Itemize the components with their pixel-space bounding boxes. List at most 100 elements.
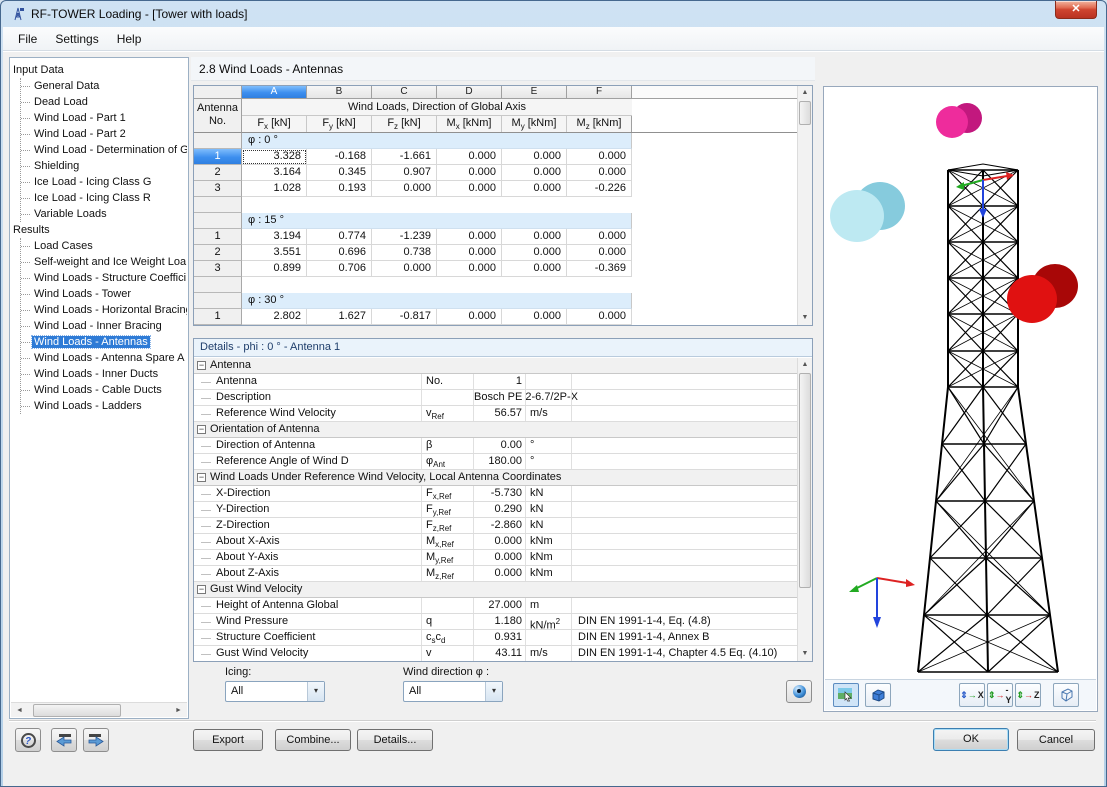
- sidebar-item-load-cases[interactable]: Load Cases: [21, 238, 187, 254]
- close-button[interactable]: ✕: [1055, 1, 1097, 19]
- wind-direction-select[interactable]: All ▾: [403, 681, 503, 702]
- details-group-orientation[interactable]: −Orientation of Antenna: [194, 422, 797, 438]
- combine-button[interactable]: Combine...: [275, 729, 351, 751]
- sidebar-item-wind-load-part-2[interactable]: Wind Load - Part 2: [21, 126, 187, 142]
- details-row[interactable]: About X-AxisMx,Ref0.000kNm: [194, 534, 797, 550]
- details-button[interactable]: Details...: [357, 729, 433, 751]
- table-row[interactable]: 12.8021.627-0.8170.0000.0000.000: [194, 309, 797, 325]
- details-row[interactable]: Reference Wind VelocityvRef56.57m/s: [194, 406, 797, 422]
- menu-help[interactable]: Help: [108, 29, 151, 49]
- details-row[interactable]: About Z-AxisMz,Ref0.000kNm: [194, 566, 797, 582]
- help-button[interactable]: ?: [15, 728, 41, 752]
- show-loads-button[interactable]: [833, 683, 859, 707]
- table-vertical-scrollbar[interactable]: ▲ ▼: [797, 86, 812, 325]
- icing-select[interactable]: All ▾: [225, 681, 325, 702]
- column-letter-b[interactable]: B: [307, 86, 372, 99]
- scroll-up-icon[interactable]: ▲: [798, 86, 812, 100]
- group-row-phi-0[interactable]: φ : 0 °: [194, 133, 797, 149]
- group-row-phi-15[interactable]: φ : 15 °: [194, 213, 797, 229]
- details-row[interactable]: Direction of Antennaβ0.00°: [194, 438, 797, 454]
- column-letter-d[interactable]: D: [437, 86, 502, 99]
- details-row[interactable]: X-DirectionFx,Ref-5.730kN: [194, 486, 797, 502]
- sidebar-item-wind-loads-horizontal-bracing[interactable]: Wind Loads - Horizontal Bracing: [21, 302, 187, 318]
- sidebar-item-ice-load-class-g[interactable]: Ice Load - Icing Class G: [21, 174, 187, 190]
- details-row[interactable]: Z-DirectionFz,Ref-2.860kN: [194, 518, 797, 534]
- previous-table-button[interactable]: [51, 728, 77, 752]
- sidebar-item-wind-loads-ladders[interactable]: Wind Loads - Ladders: [21, 398, 187, 414]
- table-row[interactable]: 31.0280.1930.0000.0000.000-0.226: [194, 181, 797, 197]
- sidebar-item-wind-loads-antenna-spare[interactable]: Wind Loads - Antenna Spare A: [21, 350, 187, 366]
- view-x-button[interactable]: ⇕→X: [959, 683, 985, 707]
- table-row[interactable]: 13.328-0.168-1.6610.0000.0000.000: [194, 149, 797, 165]
- column-letter-a[interactable]: A: [242, 86, 307, 99]
- scrollbar-thumb[interactable]: [799, 373, 811, 588]
- tree-root-results[interactable]: Results: [13, 222, 187, 238]
- next-table-button[interactable]: [83, 728, 109, 752]
- arrow-right-icon: [87, 733, 105, 747]
- icing-label: Icing:: [225, 666, 251, 678]
- column-letter-e[interactable]: E: [502, 86, 567, 99]
- sidebar-item-dead-load[interactable]: Dead Load: [21, 94, 187, 110]
- scrollbar-thumb[interactable]: [33, 704, 121, 717]
- cancel-button[interactable]: Cancel: [1017, 729, 1095, 751]
- sidebar-item-wind-load-part-1[interactable]: Wind Load - Part 1: [21, 110, 187, 126]
- sidebar-item-wind-loads-antennas[interactable]: Wind Loads - Antennas: [21, 334, 187, 350]
- sidebar-item-shielding[interactable]: Shielding: [21, 158, 187, 174]
- menu-file[interactable]: File: [9, 29, 46, 49]
- scroll-down-icon[interactable]: ▼: [798, 647, 812, 661]
- sidebar-horizontal-scrollbar[interactable]: ◄ ►: [11, 702, 187, 717]
- details-row[interactable]: DescriptionBosch PE 2-6.7/2P-X: [194, 390, 797, 406]
- details-row[interactable]: Structure Coefficientcscd0.931DIN EN 199…: [194, 630, 797, 646]
- scrollbar-thumb[interactable]: [799, 101, 811, 125]
- scroll-down-icon[interactable]: ▼: [798, 311, 812, 325]
- view-z-button[interactable]: ⇕→Z: [1015, 683, 1041, 707]
- details-row[interactable]: About Y-AxisMy,Ref0.000kNm: [194, 550, 797, 566]
- ok-button[interactable]: OK: [933, 728, 1009, 751]
- details-group-gust-wind[interactable]: −Gust Wind Velocity: [194, 582, 797, 598]
- details-row[interactable]: Wind Pressureq1.180kN/m2DIN EN 1991-1-4,…: [194, 614, 797, 630]
- sidebar-item-wind-loads-inner-ducts[interactable]: Wind Loads - Inner Ducts: [21, 366, 187, 382]
- sidebar-item-wind-load-inner-bracing[interactable]: Wind Load - Inner Bracing: [21, 318, 187, 334]
- table-row[interactable]: 30.8990.7060.0000.0000.000-0.369: [194, 261, 797, 277]
- details-group-antenna[interactable]: −Antenna: [194, 358, 797, 374]
- sidebar-item-self-weight-ice[interactable]: Self-weight and Ice Weight Loa: [21, 254, 187, 270]
- view-minus-y-button[interactable]: ⇕→-Y: [987, 683, 1013, 707]
- details-title: Details - phi : 0 ° - Antenna 1: [194, 339, 812, 357]
- tower-3d-view[interactable]: [825, 88, 1096, 679]
- column-letter-c[interactable]: C: [372, 86, 437, 99]
- sidebar-item-wind-loads-cable-ducts[interactable]: Wind Loads - Cable Ducts: [21, 382, 187, 398]
- details-group-wind-loads[interactable]: −Wind Loads Under Reference Wind Velocit…: [194, 470, 797, 486]
- show-graphic-button[interactable]: [786, 680, 812, 703]
- group-row-phi-30[interactable]: φ : 30 °: [194, 293, 797, 309]
- table-row[interactable]: 13.1940.774-1.2390.0000.0000.000: [194, 229, 797, 245]
- sidebar-item-wind-loads-tower[interactable]: Wind Loads - Tower: [21, 286, 187, 302]
- table-row[interactable]: 23.1640.3450.9070.0000.0000.000: [194, 165, 797, 181]
- details-vertical-scrollbar[interactable]: ▲ ▼: [797, 358, 812, 661]
- export-button[interactable]: Export: [193, 729, 263, 751]
- isometric-view-button[interactable]: [1053, 683, 1079, 707]
- details-row[interactable]: Y-DirectionFy,Ref0.290kN: [194, 502, 797, 518]
- col-header-fy: Fy [kN]: [307, 116, 372, 132]
- title-bar[interactable]: RF-TOWER Loading - [Tower with loads] ✕: [1, 1, 1106, 27]
- navigation-tree[interactable]: Input Data General Data Dead Load Wind L…: [13, 62, 187, 701]
- scroll-left-icon[interactable]: ◄: [12, 704, 27, 717]
- sidebar-item-variable-loads[interactable]: Variable Loads: [21, 206, 187, 222]
- details-row[interactable]: Height of Antenna Global27.000m: [194, 598, 797, 614]
- details-row[interactable]: Gust Wind Velocityv43.11m/sDIN EN 1991-1…: [194, 646, 797, 661]
- scroll-up-icon[interactable]: ▲: [798, 358, 812, 372]
- table-row[interactable]: 23.5510.6960.7380.0000.0000.000: [194, 245, 797, 261]
- tree-root-input-data[interactable]: Input Data: [13, 62, 187, 78]
- col-header-mx: Mx [kNm]: [437, 116, 502, 132]
- details-row[interactable]: AntennaNo.1: [194, 374, 797, 390]
- group-header: Wind Loads, Direction of Global Axis: [242, 99, 632, 116]
- solid-model-button[interactable]: [865, 683, 891, 707]
- details-panel: Details - phi : 0 ° - Antenna 1 −Antenna…: [193, 338, 813, 662]
- sidebar-item-wind-load-determination[interactable]: Wind Load - Determination of G: [21, 142, 187, 158]
- menu-settings[interactable]: Settings: [46, 29, 107, 49]
- details-row[interactable]: Reference Angle of Wind DφAnt180.00°: [194, 454, 797, 470]
- sidebar-item-ice-load-class-r[interactable]: Ice Load - Icing Class R: [21, 190, 187, 206]
- scroll-right-icon[interactable]: ►: [171, 704, 186, 717]
- column-letter-f[interactable]: F: [567, 86, 632, 99]
- sidebar-item-wind-loads-structure-coeff[interactable]: Wind Loads - Structure Coeffici: [21, 270, 187, 286]
- sidebar-item-general-data[interactable]: General Data: [21, 78, 187, 94]
